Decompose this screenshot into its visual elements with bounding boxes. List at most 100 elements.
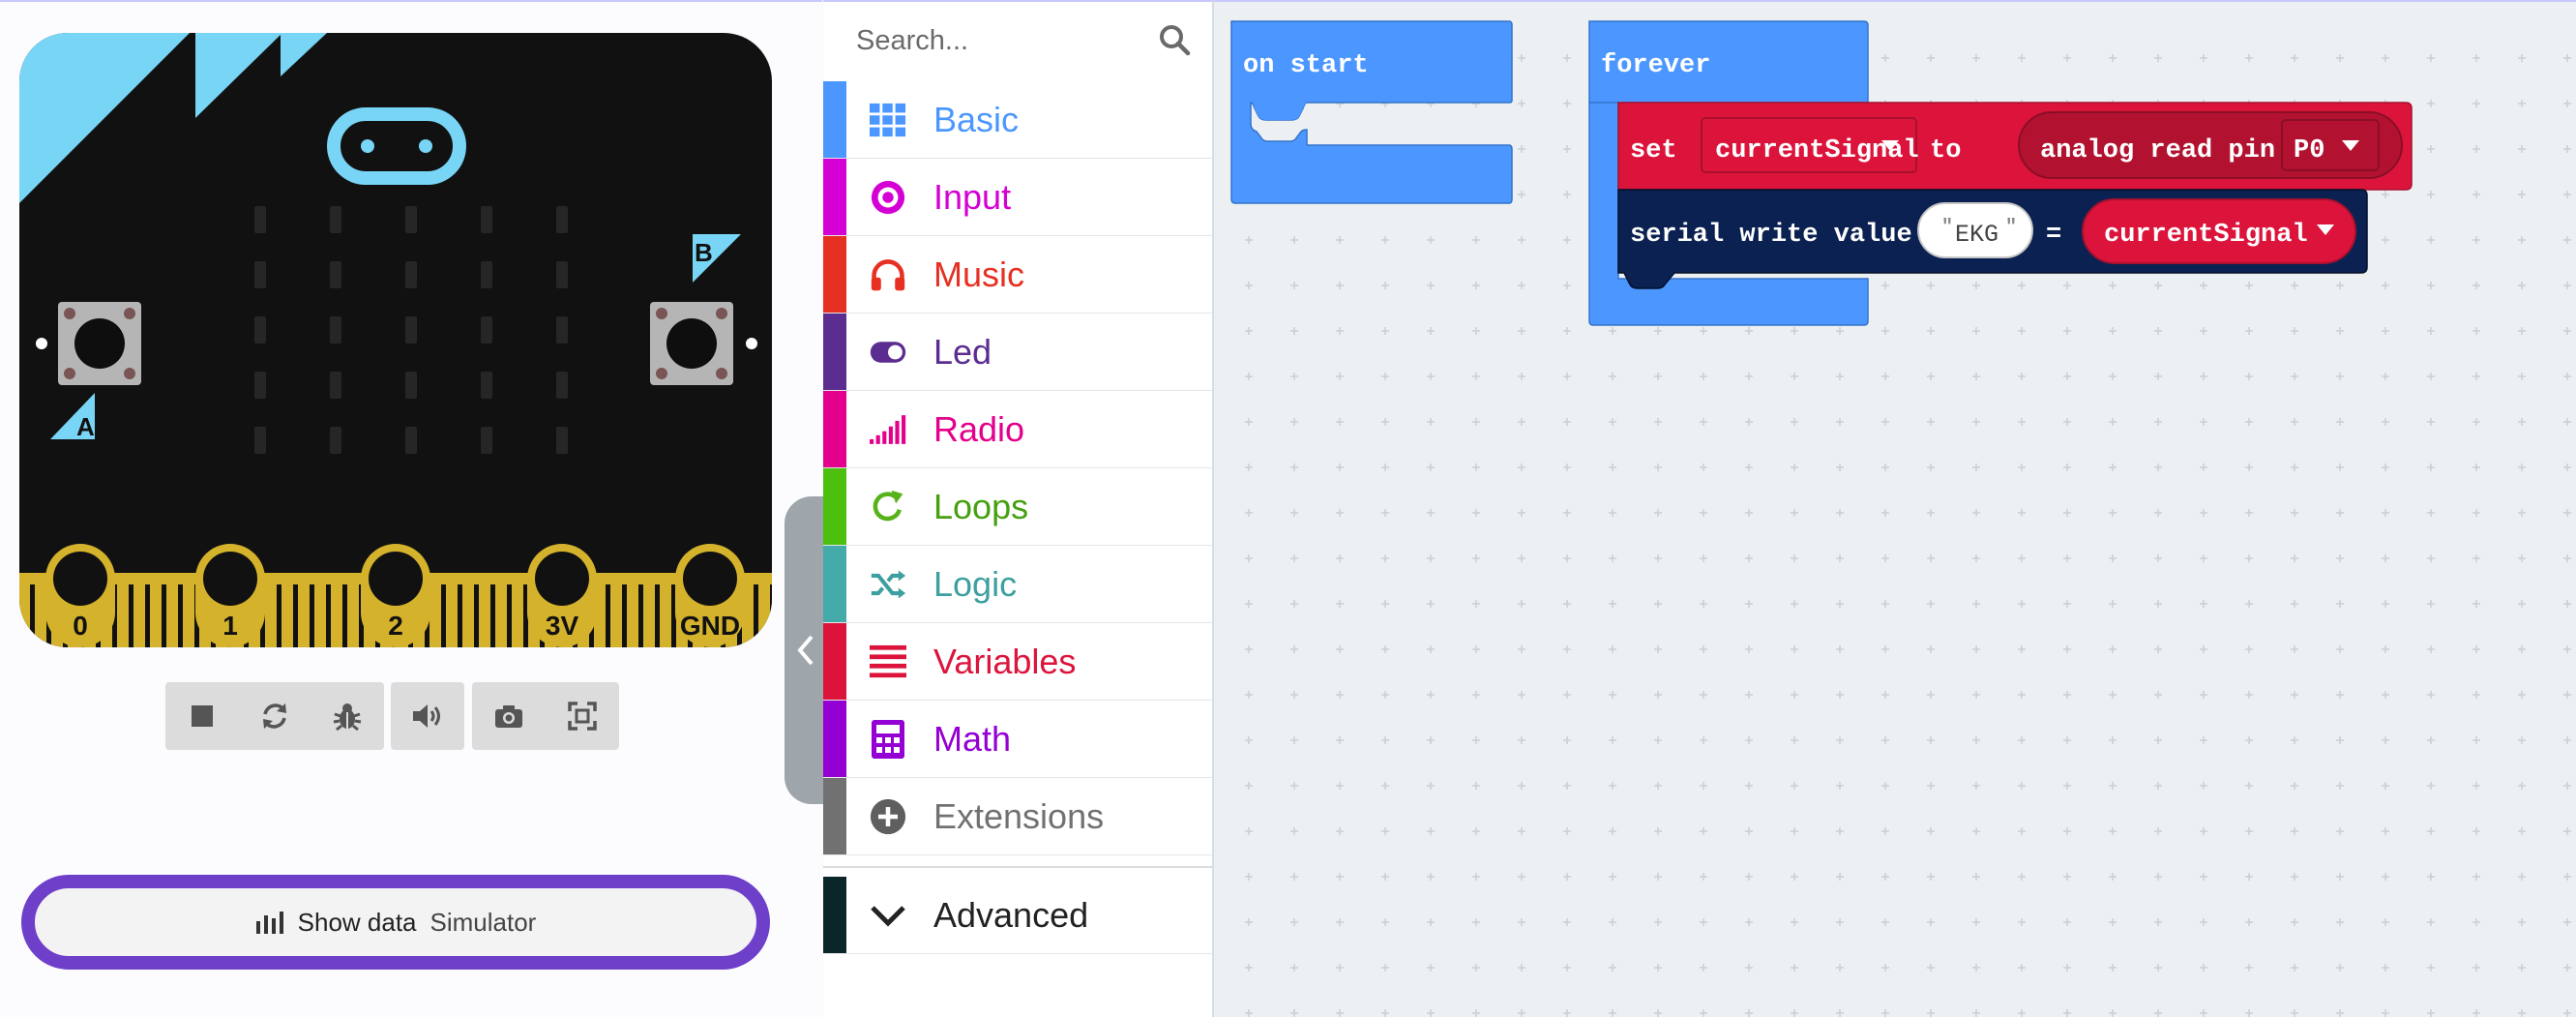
led-cell [556,261,568,288]
sim-sound-group [391,682,464,750]
bar-chart-icon [255,912,283,934]
led-cell [481,261,492,288]
pin-dropdown[interactable]: P0 [2281,119,2380,171]
pin-label: 0 [73,611,88,641]
pin-hole-left [36,338,47,349]
led-cell [330,372,341,399]
category-label: Advanced [933,894,1089,935]
category-stripe [823,314,846,390]
pin-label: 1 [222,611,238,641]
led-cell [405,316,417,344]
blocks-layer: on start forever set currentSignal to an… [1230,20,2413,326]
debug-button[interactable] [311,682,384,750]
reporter-label: analog read pin [2040,136,2275,165]
to-keyword: to [1930,136,1961,165]
category-stripe [823,546,846,622]
calculator-icon [870,719,906,759]
grid-icon [870,102,906,138]
led-cell [556,427,568,454]
mute-button[interactable] [391,682,464,750]
restart-button[interactable] [238,682,311,750]
pin-value: P0 [2294,136,2324,165]
led-cell [254,427,266,454]
pin-0[interactable]: 0 [45,544,115,647]
category-label: Led [933,331,992,372]
pin-hole-right [746,338,757,349]
mute-icon [413,704,440,728]
category-stripe [823,778,846,854]
show-data-label: Show data [297,907,417,937]
led-cell [556,316,568,344]
category-label: Music [933,254,1025,294]
serial-write-value-block[interactable]: serial write value " EKG " = currentSign… [1617,189,2368,289]
category-variables[interactable]: Variables [823,623,1212,701]
set-variable-block[interactable]: set currentSignal to analog read pin P0 [1617,102,2413,191]
pin-2[interactable]: 2 [361,544,430,647]
category-led[interactable]: Led [823,314,1212,391]
category-loops[interactable]: Loops [823,468,1212,546]
analog-read-pin-reporter[interactable]: analog read pin P0 [2018,111,2403,179]
name-string-field[interactable]: " EKG " [1917,202,2033,258]
led-cell [254,316,266,344]
led-cell [330,316,341,344]
category-advanced[interactable]: Advanced [823,877,1212,954]
led-cell [481,427,492,454]
value-variable-reporter[interactable]: currentSignal [2082,198,2356,264]
pin-1[interactable]: 1 [195,544,265,647]
led-cell [254,261,266,288]
quote-right-icon: " [2005,217,2017,239]
on-start-block[interactable]: on start [1230,20,1513,204]
stop-button[interactable] [165,682,238,750]
sim-view-group [472,682,619,750]
category-label: Input [933,176,1012,217]
show-data-simulator-button[interactable]: Show data Simulator [21,875,770,970]
category-math[interactable]: Math [823,701,1212,778]
led-cell [330,261,341,288]
screenshot-icon [495,705,522,728]
led-cell [481,372,492,399]
sim-controls-group [165,682,384,750]
blocks-workspace[interactable]: on start forever set currentSignal to an… [1214,0,2576,1017]
pin-gnd[interactable]: GND [675,544,745,647]
collapse-simulator-handle[interactable] [785,496,827,804]
headphones-icon [870,256,906,293]
chevron-down-icon [870,897,906,934]
button-b[interactable] [650,302,733,385]
plus-circle-icon [870,798,906,835]
led-cell [330,206,341,233]
category-basic[interactable]: Basic [823,81,1212,159]
screenshot-button[interactable] [472,682,546,750]
fullscreen-icon [568,702,597,731]
pin-3v[interactable]: 3V [527,544,597,647]
microbit-board[interactable]: A B 0 1 2 3V GND [19,33,772,647]
led-cell [481,316,492,344]
serial-keyword: serial write value [1630,221,1912,250]
led-cell [405,427,417,454]
pin-label: GND [680,611,740,641]
fullscreen-button[interactable] [546,682,619,750]
category-input[interactable]: Input [823,159,1212,236]
category-stripe [823,877,846,953]
debug-icon [334,703,362,732]
led-cell [405,372,417,399]
variable-dropdown[interactable]: currentSignal [1701,117,1919,173]
search-icon[interactable] [1158,23,1191,56]
led-cell [556,372,568,399]
category-extensions[interactable]: Extensions [823,778,1212,855]
refresh-icon [870,489,906,525]
list-icon [870,643,906,680]
pin-label: 3V [546,611,579,641]
category-stripe [823,159,846,235]
led-cell [405,206,417,233]
category-stripe [823,391,846,467]
search-input[interactable] [823,2,1212,79]
toolbox: Basic Input Music Led Radio [823,0,1214,1017]
category-logic[interactable]: Logic [823,546,1212,623]
button-a[interactable] [58,302,141,385]
category-radio[interactable]: Radio [823,391,1212,468]
category-stripe [823,468,846,545]
category-music[interactable]: Music [823,236,1212,314]
stop-icon [191,705,213,727]
led-cell [556,206,568,233]
toggle-icon [870,334,906,371]
